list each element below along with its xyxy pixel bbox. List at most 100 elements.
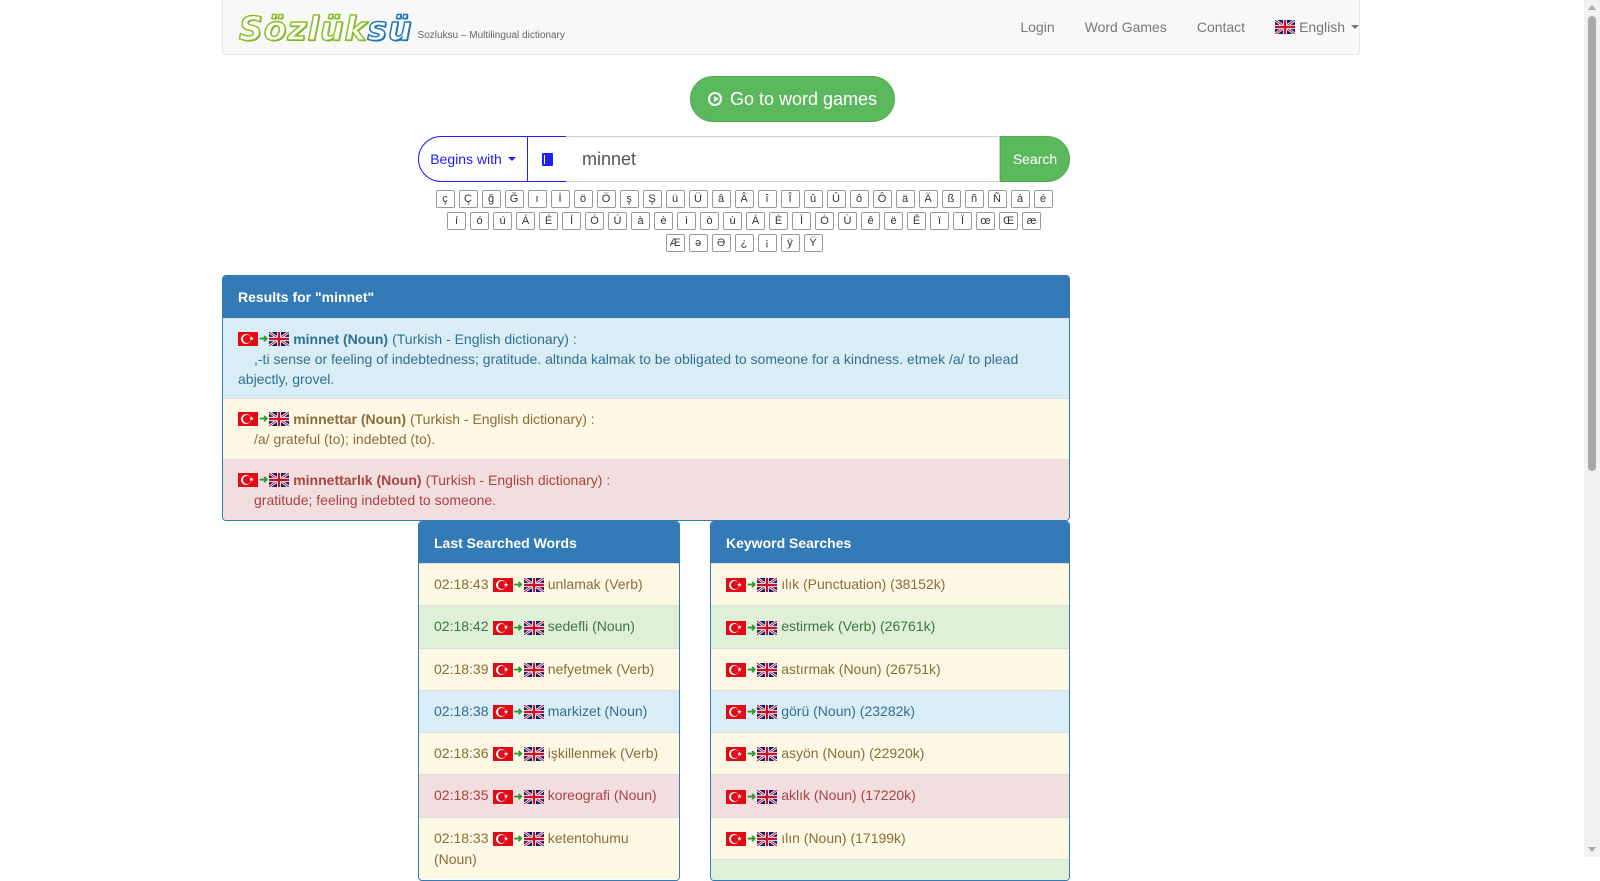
keyword-search-item[interactable]: ➜ aklık (Noun) (17220k)	[711, 774, 1069, 817]
result-word-link[interactable]: minnettar (Noun)	[293, 409, 406, 429]
char-key[interactable]: Ì	[792, 212, 811, 230]
char-key[interactable]: œ	[976, 212, 995, 230]
char-key[interactable]: Ù	[838, 212, 857, 230]
char-key[interactable]: ü	[665, 190, 685, 208]
char-key[interactable]: Î	[780, 190, 800, 208]
char-key[interactable]: ì	[677, 212, 696, 230]
char-key[interactable]: Ə	[711, 234, 731, 252]
char-key[interactable]: à	[631, 212, 650, 230]
char-key[interactable]: Ú	[608, 212, 627, 230]
last-searched-item[interactable]: 02:18:42 ➜ sedefli (Noun)	[419, 605, 679, 648]
keyword-search-item[interactable]: ➜ görü (Noun) (23282k)	[711, 689, 1069, 733]
char-key[interactable]: Ä	[918, 190, 938, 208]
char-key[interactable]: û	[803, 190, 823, 208]
nav-login[interactable]: Login	[1005, 19, 1069, 35]
char-key[interactable]: À	[746, 212, 765, 230]
char-key[interactable]: ÿ	[780, 234, 800, 252]
char-key[interactable]: ò	[700, 212, 719, 230]
searched-word-link[interactable]: markizet (Noun)	[548, 703, 648, 719]
last-searched-item[interactable]: 02:18:36 ➜ işkillenmek (Verb)	[419, 732, 679, 775]
char-key[interactable]: É	[539, 212, 558, 230]
result-word-link[interactable]: minnet (Noun)	[293, 329, 388, 349]
brand[interactable]: Sözlüksü Sozluksu – Multilingual diction…	[238, 11, 565, 47]
char-key[interactable]: í	[447, 212, 466, 230]
char-key[interactable]: é	[1033, 190, 1053, 208]
search-mode-dropdown[interactable]: Begins with	[418, 136, 528, 182]
char-key[interactable]: Ñ	[987, 190, 1007, 208]
keyword-search-item[interactable]: ➜ ılın (Noun) (17199k)	[711, 816, 1069, 860]
char-key[interactable]: Ô	[872, 190, 892, 208]
char-key[interactable]: ä	[895, 190, 915, 208]
char-key[interactable]: ö	[573, 190, 593, 208]
char-key[interactable]: â	[711, 190, 731, 208]
char-key[interactable]: Ÿ	[803, 234, 823, 252]
keyword-search-item[interactable]: ➜ ılık (Punctuation) (38152k)	[711, 563, 1069, 606]
char-key[interactable]: ó	[470, 212, 489, 230]
char-key[interactable]: ë	[884, 212, 903, 230]
searched-word-link[interactable]: işkillenmek (Verb)	[548, 745, 658, 761]
page-scrollbar[interactable]	[1584, 0, 1600, 857]
char-key[interactable]: è	[654, 212, 673, 230]
searched-word-link[interactable]: unlamak (Verb)	[548, 576, 643, 592]
nav-contact[interactable]: Contact	[1182, 19, 1260, 35]
char-key[interactable]: È	[769, 212, 788, 230]
keyword-search-item[interactable]	[711, 859, 1069, 880]
keyword-word-link[interactable]: astırmak (Noun) (26751k)	[781, 661, 941, 677]
searched-word-link[interactable]: koreografi (Noun)	[548, 787, 657, 803]
char-key[interactable]: ß	[941, 190, 961, 208]
search-button[interactable]: Search	[1000, 136, 1070, 182]
char-key[interactable]: Á	[516, 212, 535, 230]
dictionary-select-button[interactable]	[527, 136, 567, 182]
char-key[interactable]: Û	[826, 190, 846, 208]
keyword-word-link[interactable]: asyön (Noun) (22920k)	[781, 745, 924, 761]
go-to-word-games-button[interactable]: Go to word games	[690, 76, 895, 122]
keyword-search-item[interactable]: ➜ estirmek (Verb) (26761k)	[711, 605, 1069, 648]
char-key[interactable]: ô	[849, 190, 869, 208]
char-key[interactable]: Ü	[688, 190, 708, 208]
char-key[interactable]: î	[757, 190, 777, 208]
site-logo[interactable]: Sözlüksü	[238, 11, 413, 47]
char-key[interactable]: Ğ	[504, 190, 524, 208]
language-dropdown[interactable]: English	[1260, 19, 1359, 35]
scrollbar-thumb[interactable]	[1588, 16, 1596, 471]
keyword-word-link[interactable]: estirmek (Verb) (26761k)	[781, 618, 935, 634]
char-key[interactable]: á	[1010, 190, 1030, 208]
char-key[interactable]: Â	[734, 190, 754, 208]
char-key[interactable]: ş	[619, 190, 639, 208]
searched-word-link[interactable]: nefyetmek (Verb)	[548, 661, 655, 677]
char-key[interactable]: ù	[723, 212, 742, 230]
char-key[interactable]: ¡	[757, 234, 777, 252]
char-key[interactable]: Í	[562, 212, 581, 230]
char-key[interactable]: Ï	[953, 212, 972, 230]
char-key[interactable]: ñ	[964, 190, 984, 208]
char-key[interactable]: ğ	[481, 190, 501, 208]
char-key[interactable]: Œ	[999, 212, 1018, 230]
char-key[interactable]: ¿	[734, 234, 754, 252]
char-key[interactable]: Ö	[596, 190, 616, 208]
last-searched-item[interactable]: 02:18:43 ➜ unlamak (Verb)	[419, 563, 679, 606]
keyword-search-item[interactable]: ➜ astırmak (Noun) (26751k)	[711, 647, 1069, 690]
char-key[interactable]: ê	[861, 212, 880, 230]
char-key[interactable]: Ç	[458, 190, 478, 208]
last-searched-item[interactable]: 02:18:39 ➜ nefyetmek (Verb)	[419, 647, 679, 690]
result-word-link[interactable]: minnettarlık (Noun)	[293, 470, 421, 490]
char-key[interactable]: æ	[1022, 212, 1041, 230]
keyword-search-item[interactable]: ➜ asyön (Noun) (22920k)	[711, 732, 1069, 775]
char-key[interactable]: ç	[435, 190, 455, 208]
last-searched-item[interactable]: 02:18:35 ➜ koreografi (Noun)	[419, 774, 679, 817]
keyword-word-link[interactable]: görü (Noun) (23282k)	[781, 703, 915, 719]
char-key[interactable]: Æ	[665, 234, 685, 252]
char-key[interactable]: ə	[688, 234, 708, 252]
scroll-down-arrow-icon[interactable]	[1588, 847, 1596, 852]
last-searched-item[interactable]: 02:18:38 ➜ markizet (Noun)	[419, 689, 679, 733]
char-key[interactable]: Ó	[585, 212, 604, 230]
keyword-word-link[interactable]: aklık (Noun) (17220k)	[781, 787, 916, 803]
char-key[interactable]: İ	[550, 190, 570, 208]
char-key[interactable]: ú	[493, 212, 512, 230]
search-input[interactable]	[566, 136, 1000, 182]
char-key[interactable]: Ê	[907, 212, 926, 230]
char-key[interactable]: Ş	[642, 190, 662, 208]
scroll-up-arrow-icon[interactable]	[1588, 5, 1596, 10]
nav-word-games[interactable]: Word Games	[1070, 19, 1182, 35]
char-key[interactable]: Ò	[815, 212, 834, 230]
